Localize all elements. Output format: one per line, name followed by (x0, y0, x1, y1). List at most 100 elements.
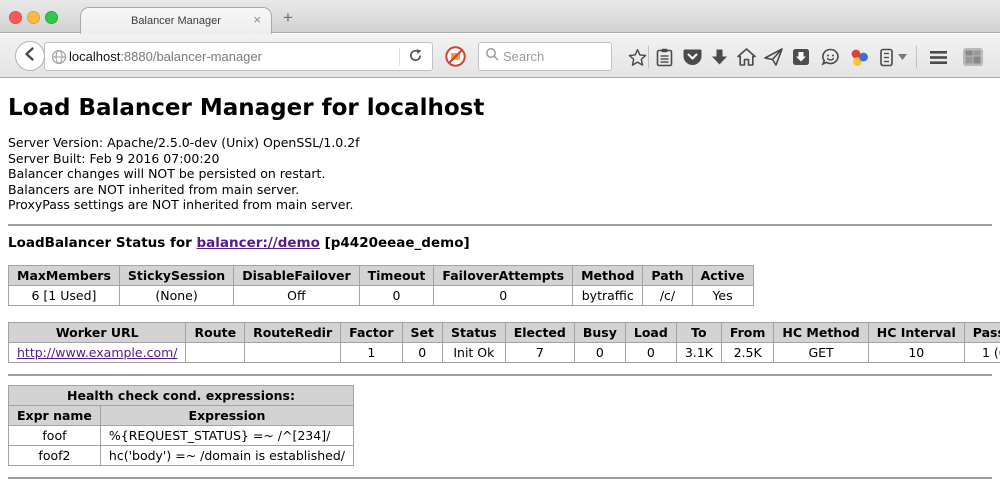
table-row: http://www.example.com/ 1 0 Init Ok 7 0 … (9, 342, 1000, 362)
back-arrow-icon (22, 46, 38, 67)
loadbalancer-status-heading: LoadBalancer Status for balancer://demo … (8, 235, 992, 251)
menu-hamburger-icon[interactable] (928, 47, 948, 67)
health-table-title: Health check cond. expressions: (9, 385, 354, 405)
toolbar-separator (648, 46, 649, 68)
search-input[interactable] (503, 49, 603, 64)
col-expr-name: Expr name (9, 405, 101, 425)
home-icon[interactable] (736, 47, 756, 67)
col-stickysession: StickySession (119, 265, 233, 285)
cell-busy: 0 (574, 342, 625, 362)
col-elected: Elected (505, 322, 574, 342)
cell-elected: 7 (505, 342, 574, 362)
tab-balancer-manager[interactable]: Balancer Manager × (80, 7, 272, 34)
table-row: foof2 hc('body') =~ /domain is establish… (9, 445, 354, 465)
cell-status: Init Ok (443, 342, 506, 362)
col-timeout: Timeout (359, 265, 434, 285)
cell-from: 2.5K (721, 342, 774, 362)
chevron-down-icon[interactable] (896, 47, 908, 67)
col-status: Status (443, 322, 506, 342)
col-set: Set (402, 322, 442, 342)
chat-smiley-icon[interactable] (820, 47, 840, 67)
reading-list-icon[interactable] (654, 47, 674, 67)
inherit-note-line: Balancers are NOT inherited from main se… (8, 182, 992, 198)
worker-url-link[interactable]: http://www.example.com/ (17, 345, 177, 360)
table-title-row: Health check cond. expressions: (9, 385, 354, 405)
cell-route (186, 342, 245, 362)
col-busy: Busy (574, 322, 625, 342)
col-load: Load (625, 322, 676, 342)
container-icon[interactable] (876, 47, 896, 67)
cell-to: 3.1K (676, 342, 721, 362)
cell-disablefailover: Off (234, 285, 359, 305)
horizontal-rule (8, 374, 992, 376)
balancer-settings-table: MaxMembers StickySession DisableFailover… (8, 265, 754, 306)
title-bar: Balancer Manager × + (0, 0, 1000, 33)
worker-status-table: Worker URL Route RouteRedir Factor Set S… (8, 322, 1000, 363)
tile-grid-icon[interactable] (960, 47, 986, 67)
col-to: To (676, 322, 721, 342)
table-row: 6 [1 Used] (None) Off 0 0 bytraffic /c/ … (9, 285, 754, 305)
col-routeredir: RouteRedir (245, 322, 341, 342)
tab-title: Balancer Manager (131, 15, 221, 27)
cell-expression: %{REQUEST_STATUS} =~ /^[234]/ (100, 425, 353, 445)
cell-active: Yes (692, 285, 753, 305)
reload-icon[interactable] (408, 48, 423, 66)
address-bar[interactable]: localhost:8880/balancer-manager (44, 42, 433, 71)
col-path: Path (643, 265, 692, 285)
col-failoverattempts: FailoverAttempts (434, 265, 573, 285)
globe-icon (51, 49, 67, 68)
minimize-window-button[interactable] (27, 11, 40, 24)
cell-maxmembers: 6 [1 Used] (9, 285, 120, 305)
url-path: :8880/balancer-manager (120, 49, 262, 64)
url-domain: localhost (69, 49, 120, 64)
health-check-expressions-table: Health check cond. expressions: Expr nam… (8, 385, 354, 466)
balancer-demo-link[interactable]: balancer://demo (197, 235, 320, 251)
cell-expression: hc('body') =~ /domain is established/ (100, 445, 353, 465)
cell-stickysession: (None) (119, 285, 233, 305)
back-button[interactable] (15, 41, 45, 71)
browser-window: Balancer Manager × + localhost:8880/bala… (0, 0, 1000, 491)
col-factor: Factor (341, 322, 402, 342)
col-passes: Passes (964, 322, 1000, 342)
server-info-block: Server Version: Apache/2.5.0-dev (Unix) … (8, 135, 992, 213)
cell-hc-interval: 10 (868, 342, 964, 362)
page-title: Load Balancer Manager for localhost (8, 95, 992, 121)
col-expression: Expression (100, 405, 353, 425)
server-built-line: Server Built: Feb 9 2016 07:00:20 (8, 151, 992, 167)
bookmark-star-icon[interactable] (627, 47, 647, 67)
search-bar[interactable] (478, 42, 612, 71)
tab-close-icon[interactable]: × (253, 12, 261, 27)
new-tab-button[interactable]: + (283, 8, 293, 28)
send-plane-icon[interactable] (763, 47, 783, 67)
table-row: foof %{REQUEST_STATUS} =~ /^[234]/ (9, 425, 354, 445)
downloads-icon[interactable] (709, 47, 729, 67)
pocket-icon[interactable] (682, 47, 702, 67)
col-worker-url: Worker URL (9, 322, 186, 342)
cell-load: 0 (625, 342, 676, 362)
zoom-window-button[interactable] (45, 11, 58, 24)
extension-download-icon[interactable] (791, 47, 811, 67)
search-icon (485, 47, 499, 66)
cell-expr-name: foof2 (9, 445, 101, 465)
cell-passes: 1 (0) (964, 342, 1000, 362)
col-method: Method (573, 265, 643, 285)
table-header-row: MaxMembers StickySession DisableFailover… (9, 265, 754, 285)
horizontal-rule (8, 224, 992, 226)
server-version-line: Server Version: Apache/2.5.0-dev (Unix) … (8, 135, 992, 151)
plugin-blocked-icon[interactable] (445, 46, 466, 67)
cell-failoverattempts: 0 (434, 285, 573, 305)
cell-factor: 1 (341, 342, 402, 362)
color-dots-icon[interactable] (849, 47, 869, 67)
col-from: From (721, 322, 774, 342)
close-window-button[interactable] (9, 11, 22, 24)
toolbar-separator (916, 46, 917, 68)
col-route: Route (186, 322, 245, 342)
page-content: Load Balancer Manager for localhost Serv… (0, 79, 1000, 491)
col-disablefailover: DisableFailover (234, 265, 359, 285)
cell-method: bytraffic (573, 285, 643, 305)
proxypass-note-line: ProxyPass settings are NOT inherited fro… (8, 197, 992, 213)
cell-path: /c/ (643, 285, 692, 305)
col-maxmembers: MaxMembers (9, 265, 120, 285)
table-header-row: Worker URL Route RouteRedir Factor Set S… (9, 322, 1000, 342)
horizontal-rule (8, 477, 992, 479)
